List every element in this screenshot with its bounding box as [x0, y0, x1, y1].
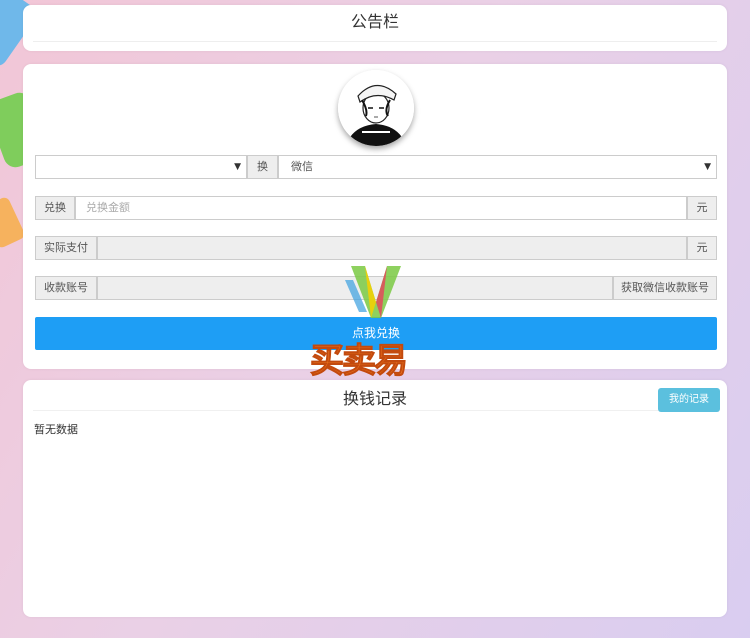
notice-card: 公告栏 [23, 5, 727, 51]
chevron-down-icon: ▼ [234, 162, 241, 172]
watermark-logo-icon [343, 262, 409, 326]
records-card: 换钱记录 我的记录 暂无数据 [23, 380, 727, 617]
divider [33, 410, 717, 411]
avatar-illustration [338, 70, 414, 146]
get-account-button[interactable]: 获取微信收款账号 [613, 276, 717, 300]
amount-unit: 元 [687, 196, 717, 220]
to-select-value: 微信 [291, 160, 313, 173]
actual-pay-row: 实际支付 元 [35, 236, 717, 260]
empty-state-text: 暂无数据 [34, 423, 78, 436]
currency-select-row: ▼ 换 微信 ▼ [35, 155, 717, 179]
swap-label: 换 [247, 155, 278, 179]
notice-title: 公告栏 [350, 12, 399, 31]
amount-row: 兑换 兑换金额 元 [35, 196, 717, 220]
my-records-button[interactable]: 我的记录 [658, 388, 720, 412]
to-select[interactable]: 微信 ▼ [278, 155, 717, 179]
actual-pay-field [97, 236, 687, 260]
amount-label: 兑换 [35, 196, 75, 220]
divider [33, 41, 717, 42]
account-label: 收款账号 [35, 276, 97, 300]
chevron-down-icon: ▼ [704, 162, 711, 172]
avatar [338, 70, 414, 146]
amount-input[interactable]: 兑换金额 [75, 196, 687, 220]
from-select[interactable]: ▼ [35, 155, 247, 179]
watermark-text: 买卖易 [310, 341, 409, 382]
actual-pay-label: 实际支付 [35, 236, 97, 260]
records-title: 换钱记录 [342, 389, 407, 408]
actual-pay-unit: 元 [687, 236, 717, 260]
